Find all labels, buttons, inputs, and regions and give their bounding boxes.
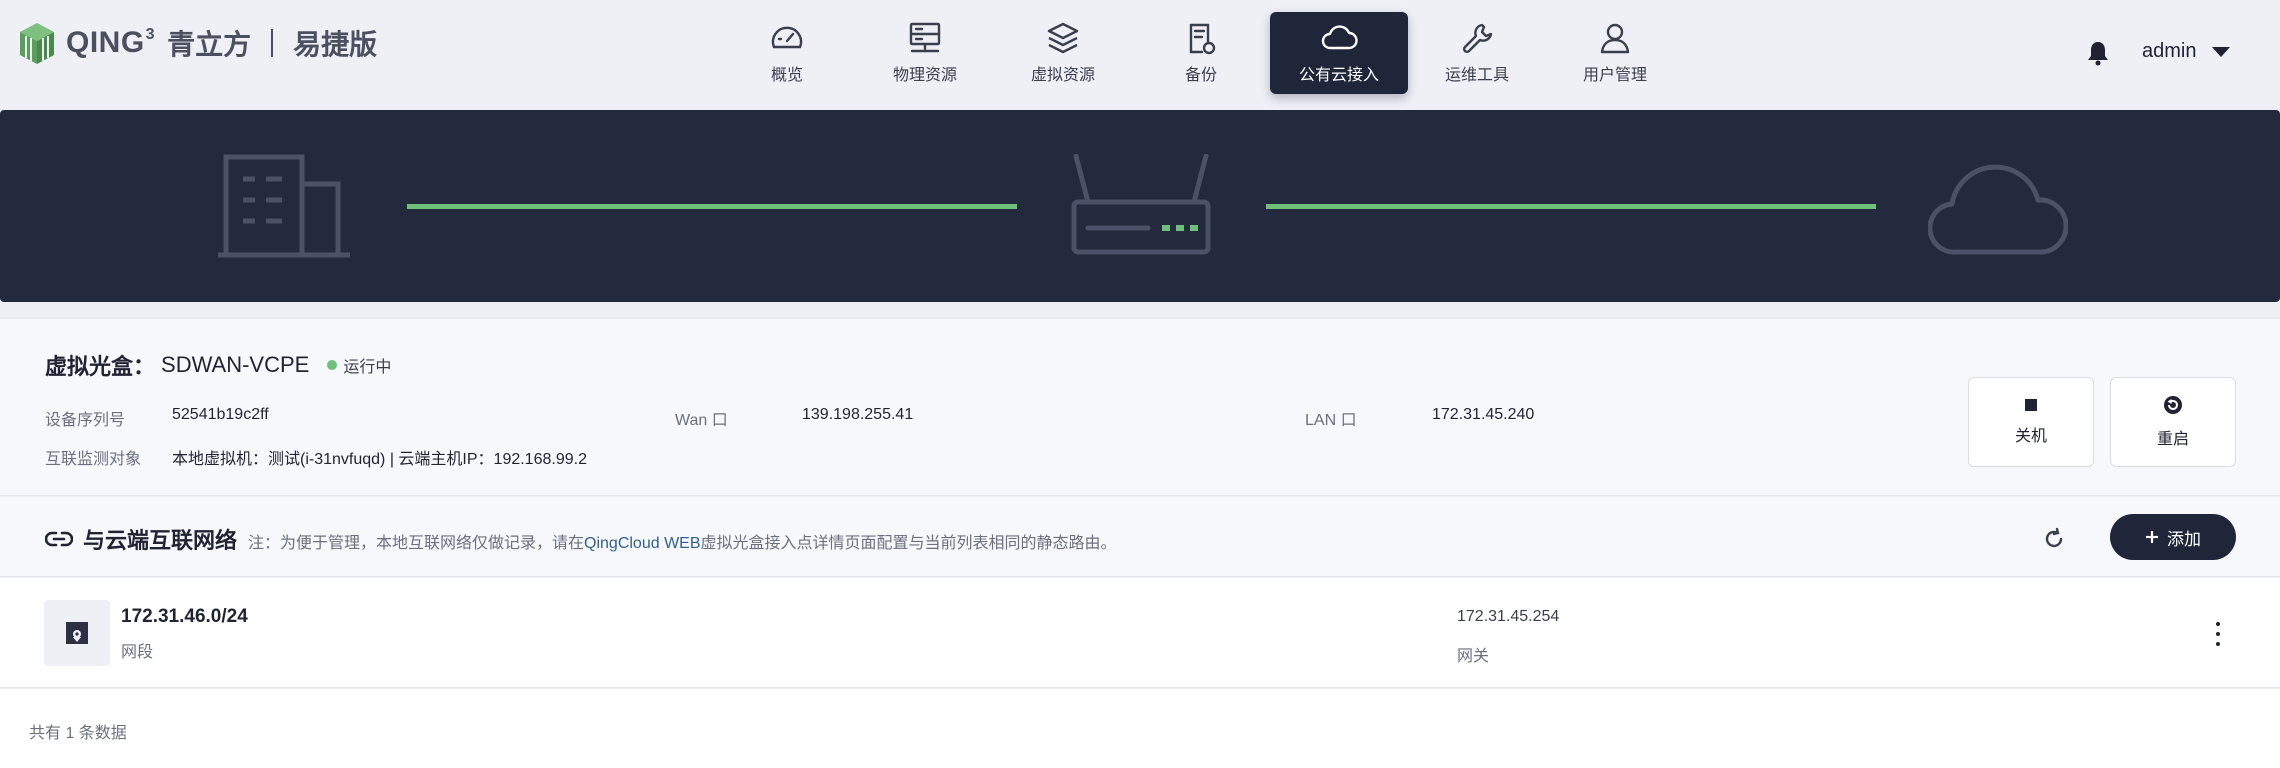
shutdown-label: 关机	[2014, 428, 2047, 445]
status-badge: 运行中	[327, 353, 391, 377]
note-prefix: 注：为便于管理，本地互联网络仅做记录，请在	[248, 535, 585, 552]
link-icon	[45, 531, 73, 547]
brand-name: QING 3	[66, 26, 156, 59]
device-title-key: 虚拟光盒：	[45, 354, 156, 379]
lan-label: LAN 口	[1305, 412, 1357, 429]
restart-button[interactable]: 重启	[2110, 377, 2236, 467]
shutdown-button[interactable]: 关机	[1968, 377, 2094, 467]
cidr-value: 172.31.46.0/24	[121, 606, 248, 627]
list-footer: 共有 1 条数据	[0, 689, 2280, 768]
brand-divider	[271, 29, 274, 57]
add-label: 添加	[2167, 529, 2201, 549]
interconnect-section-header: 与云端互联网络 注：为便于管理，本地互联网络仅做记录，请在QingCloud W…	[0, 497, 2280, 577]
device-title-value: SDWAN-VCPE	[161, 352, 310, 377]
top-navigation-bar: QING 3 青立方 易捷版 概览 物理资源 虚拟资源 备份 公有云接入 运维工…	[0, 0, 2280, 108]
section-note: 注：为便于管理，本地互联网络仅做记录，请在QingCloud WEB虚拟光盒接入…	[248, 529, 1117, 553]
user-menu[interactable]: admin	[2142, 40, 2231, 63]
add-button[interactable]: 添加	[2110, 514, 2236, 560]
monitor-value: 本地虚拟机：测试(i-31nvfuqd) | 云端主机IP：192.168.99…	[172, 451, 587, 468]
nav-item-overview[interactable]: 概览	[718, 12, 856, 94]
section-title-text: 与云端互联网络	[83, 528, 238, 553]
cloud-icon	[1321, 25, 1358, 50]
nav-label: 用户管理	[1582, 67, 1647, 84]
username: admin	[2142, 40, 2197, 62]
status-dot-icon	[327, 360, 338, 370]
brand-edition: 易捷版	[293, 29, 378, 60]
main-nav: 概览 物理资源 虚拟资源 备份 公有云接入 运维工具 用户管理	[718, 12, 1684, 94]
cidr-label: 网段	[121, 644, 154, 661]
wan-label: Wan 口	[675, 412, 728, 429]
section-title: 与云端互联网络	[45, 523, 237, 555]
nav-label: 公有云接入	[1298, 67, 1379, 84]
device-title: 虚拟光盒： SDWAN-VCPE 运行中	[45, 349, 391, 381]
wan-value: 139.198.255.41	[802, 406, 914, 423]
brand-cn-name: 青立方	[167, 29, 252, 60]
network-segment-icon	[44, 600, 110, 666]
nav-label: 备份	[1184, 67, 1217, 84]
restart-icon	[2164, 396, 2182, 414]
qingcloud-web-link[interactable]: QingCloud WEB	[584, 535, 701, 552]
notification-bell-icon[interactable]	[2086, 40, 2110, 66]
router-icon	[1071, 154, 1211, 255]
more-options-icon[interactable]	[2212, 622, 2224, 646]
layers-icon	[1047, 22, 1079, 54]
chevron-down-icon	[2212, 46, 2231, 57]
qing-cube-logo-icon	[20, 23, 54, 64]
nav-item-virtual-resources[interactable]: 虚拟资源	[994, 12, 1132, 94]
device-info-card: 虚拟光盒： SDWAN-VCPE 运行中 设备序列号 52541b19c2ff …	[0, 318, 2280, 496]
nav-item-backup[interactable]: 备份	[1132, 12, 1270, 94]
nav-item-user-management[interactable]: 用户管理	[1546, 12, 1684, 94]
brand-logo[interactable]: QING 3 青立方 易捷版	[16, 18, 377, 68]
building-icon	[218, 154, 350, 258]
connection-line-left	[407, 204, 1017, 209]
serial-value: 52541b19c2ff	[172, 406, 269, 423]
monitor-label: 互联监测对象	[45, 451, 142, 468]
nav-label: 物理资源	[892, 67, 957, 84]
nav-item-public-cloud-access[interactable]: 公有云接入	[1270, 12, 1408, 94]
cloud-icon	[1928, 164, 2068, 255]
refresh-icon[interactable]	[2042, 527, 2066, 551]
gateway-label: 网关	[1457, 648, 1490, 665]
total-count: 共有 1 条数据	[29, 725, 127, 742]
nav-label: 概览	[770, 67, 803, 84]
user-icon	[1600, 23, 1630, 54]
nav-item-physical-resources[interactable]: 物理资源	[856, 12, 994, 94]
stop-icon	[2025, 399, 2037, 411]
wrench-icon	[1462, 23, 1493, 54]
plus-icon	[2146, 531, 2158, 543]
status-text: 运行中	[343, 359, 392, 376]
lan-value: 172.31.45.240	[1432, 406, 1535, 423]
gateway-value: 172.31.45.254	[1457, 608, 1560, 625]
nav-label: 运维工具	[1444, 67, 1509, 84]
nav-label: 虚拟资源	[1030, 67, 1095, 84]
topology-banner	[0, 110, 2280, 302]
server-icon	[909, 22, 941, 53]
dashboard-gauge-icon	[771, 26, 803, 49]
list-item[interactable]: 172.31.46.0/24 网段 172.31.45.254 网关	[0, 578, 2280, 688]
note-suffix: 虚拟光盒接入点详情页面配置与当前列表相同的静态路由。	[700, 535, 1117, 552]
connection-line-right	[1266, 204, 1876, 209]
serial-label: 设备序列号	[45, 412, 126, 429]
restart-label: 重启	[2156, 431, 2189, 448]
nav-item-ops-tools[interactable]: 运维工具	[1408, 12, 1546, 94]
backup-document-icon	[1189, 23, 1216, 55]
